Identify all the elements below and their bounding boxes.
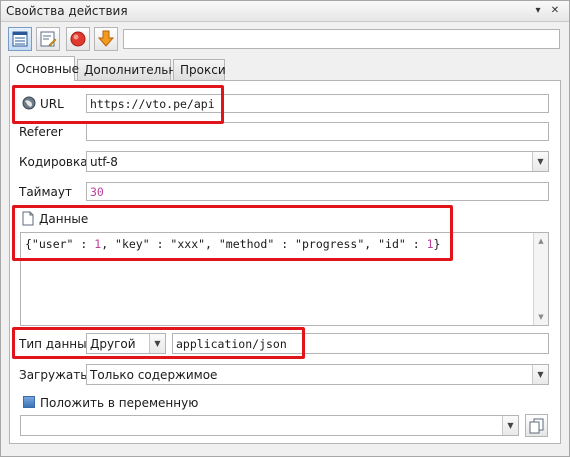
load-dropdown-button[interactable]: ▼ (532, 365, 548, 384)
chevron-down-icon: ▼ (537, 157, 544, 166)
load-select-value: Только содержимое (90, 368, 218, 382)
download-arrow-icon (97, 30, 115, 47)
edit-document-icon (40, 31, 57, 47)
chevron-down-icon: ▼ (537, 370, 544, 379)
stop-record-icon (70, 31, 86, 47)
scroll-down-icon[interactable]: ▼ (534, 310, 548, 324)
load-label: Загружать (19, 368, 88, 382)
data-highlight-box (12, 205, 453, 261)
save-to-variable-checkbox[interactable] (23, 396, 35, 408)
data-type-highlight-box (12, 327, 305, 359)
encoding-dropdown-button[interactable]: ▼ (532, 152, 548, 171)
tab-advanced[interactable]: Дополнительно (77, 59, 184, 80)
save-to-variable-label: Положить в переменную (40, 396, 199, 410)
copy-icon (529, 418, 544, 434)
variable-select[interactable] (20, 415, 519, 436)
data-scrollbar[interactable]: ▲ ▼ (533, 233, 548, 325)
download-arrow-button[interactable] (94, 27, 118, 51)
referer-label: Referer (19, 125, 63, 139)
stop-record-button[interactable] (66, 27, 90, 51)
copy-variable-button[interactable] (525, 414, 548, 437)
variable-dropdown-button[interactable]: ▼ (502, 416, 518, 435)
edit-document-button[interactable] (36, 27, 60, 51)
encoding-select[interactable]: utf-8 (86, 151, 549, 172)
title-bar: Свойства действия ▾ ✕ (1, 1, 569, 22)
chevron-down-icon: ▼ (507, 421, 514, 430)
timeout-label: Таймаут (19, 185, 72, 199)
table-view-icon (12, 31, 28, 47)
encoding-label: Кодировка (19, 155, 88, 169)
load-select[interactable]: Только содержимое (86, 364, 549, 385)
pin-icon[interactable]: ▾ (532, 5, 544, 17)
timeout-input[interactable]: 30 (86, 182, 549, 201)
url-highlight-box (12, 85, 224, 124)
tab-proxy[interactable]: Прокси (173, 59, 226, 80)
encoding-value: utf-8 (90, 155, 118, 169)
scroll-up-icon[interactable]: ▲ (534, 234, 548, 248)
toolbar-input[interactable] (123, 29, 560, 49)
window-title: Свойства действия (6, 4, 128, 18)
referer-input[interactable] (86, 122, 549, 141)
close-icon[interactable]: ✕ (549, 5, 561, 17)
tab-main[interactable]: Основные (9, 56, 79, 81)
table-view-button[interactable] (8, 27, 32, 51)
